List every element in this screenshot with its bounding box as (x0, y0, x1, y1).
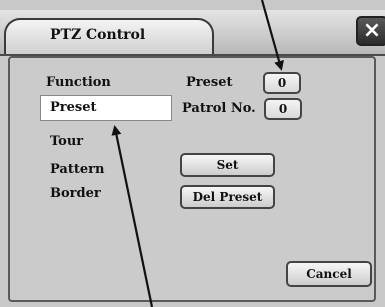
title-bar: PTZ Control × (0, 10, 385, 56)
preset-label: Preset (186, 75, 233, 90)
dialog-title: PTZ Control (50, 27, 146, 43)
set-button[interactable]: Set (180, 153, 275, 177)
patrol-no-label: Patrol No. (182, 101, 256, 116)
del-preset-button[interactable]: Del Preset (180, 185, 275, 209)
menu-item-tour[interactable]: Tour (50, 134, 83, 149)
menu-item-preset[interactable]: Preset (40, 95, 172, 121)
cancel-button[interactable]: Cancel (286, 261, 372, 287)
preset-field[interactable]: 0 (263, 72, 301, 94)
menu-item-border[interactable]: Border (50, 186, 101, 201)
menu-item-label: Preset (50, 100, 97, 115)
function-label: Function (46, 75, 111, 90)
menu-item-pattern[interactable]: Pattern (50, 162, 104, 177)
close-icon: × (362, 18, 382, 43)
ptz-control-dialog: PTZ Control × Function Preset Tour Patte… (0, 0, 385, 307)
close-button[interactable]: × (356, 16, 385, 46)
patrol-no-field[interactable]: 0 (264, 98, 302, 120)
